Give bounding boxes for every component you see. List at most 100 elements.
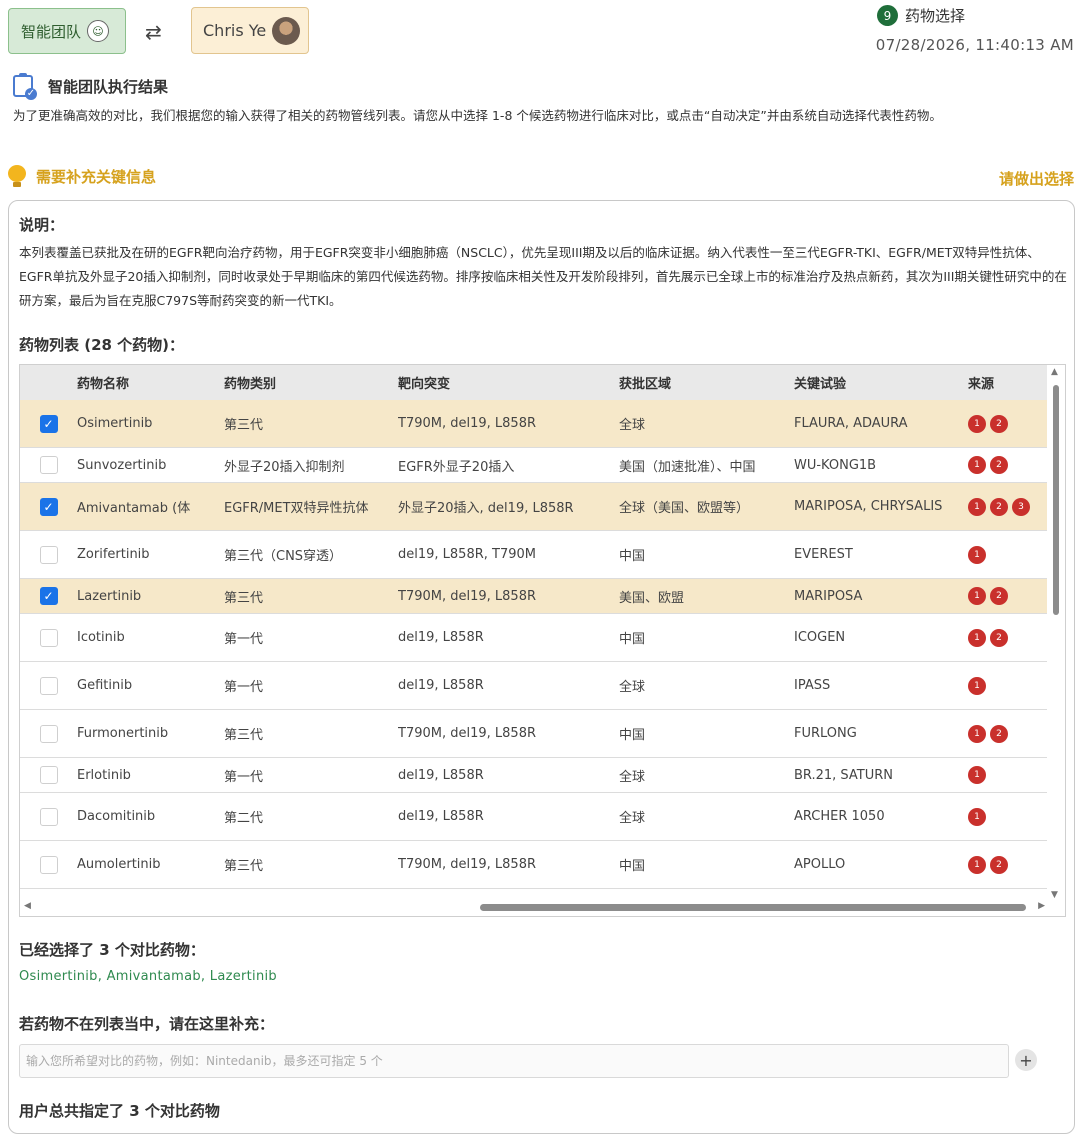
row-checkbox[interactable] <box>39 807 58 826</box>
scroll-right-icon[interactable]: ▶ <box>1038 901 1045 911</box>
drug-table[interactable]: 药物名称 药物类别 靶向突变 获批区域 关键试验 来源 ✓ Osimertinib… <box>19 364 1066 917</box>
source-badge[interactable]: 1 <box>968 545 986 564</box>
drug-category: 第一代 <box>224 632 264 647</box>
source-badge[interactable]: 1 <box>968 456 986 474</box>
drug-category: EGFR/MET双特异性抗体 <box>224 501 369 516</box>
drug-category: 第二代 <box>224 811 264 826</box>
drug-trial: WU-KONG1B <box>794 457 877 473</box>
table-row[interactable]: Zorifertinib 第三代（CNS穿透） del19, L858R, T790… <box>20 531 1048 579</box>
table-row[interactable]: Gefitinib 第一代 del19, L858R 全球 IPASS 1 <box>20 662 1048 710</box>
row-checkbox[interactable] <box>39 724 58 743</box>
chosen-list: Osimertinib, Amivantamab, Lazertinib <box>19 969 277 984</box>
source-badge[interactable]: 2 <box>990 456 1008 474</box>
table-row[interactable]: Sunvozertinib 外显子20插入抑制剂 EGFR外显子20插入 美国（加速批… <box>20 448 1048 483</box>
drug-trial: BR.21, SATURN <box>794 767 894 783</box>
col-trial: 关键试验 <box>794 377 847 392</box>
row-checkbox[interactable]: ✓ <box>39 414 58 433</box>
col-name: 药物名称 <box>77 377 130 392</box>
source-badge[interactable]: 1 <box>968 414 986 433</box>
please-choose: 请做出选择 <box>998 170 1074 188</box>
drug-name: Erlotinib <box>77 767 131 783</box>
horizontal-scroll-thumb[interactable] <box>480 904 1026 911</box>
scroll-up-icon[interactable]: ▲ <box>1051 367 1058 377</box>
source-badge[interactable]: 1 <box>968 587 986 605</box>
drug-target: 外显子20插入, del19, L858R <box>398 501 574 516</box>
drug-target: T790M, del19, L858R <box>398 857 536 872</box>
source-badge[interactable]: 1 <box>968 628 986 647</box>
row-checkbox[interactable] <box>39 676 58 695</box>
drug-region: 全球 <box>619 769 646 785</box>
source-badge[interactable]: 2 <box>990 414 1008 433</box>
clipboard-check-icon <box>13 73 37 100</box>
row-checkbox[interactable]: ✓ <box>39 587 58 605</box>
source-badge[interactable]: 2 <box>990 724 1008 743</box>
swap-arrows-icon[interactable]: ⇄ <box>145 20 162 44</box>
intro-text: 为了更准确高效的对比，我们根据您的输入获得了相关的药物管线列表。请您从中选择 1… <box>13 108 942 123</box>
drug-name: Lazertinib <box>77 588 142 604</box>
table-row[interactable]: Icotinib 第一代 del19, L858R 中国 ICOGEN 1 2 <box>20 614 1048 662</box>
drug-name: Furmonertinib <box>77 726 169 741</box>
drug-target: T790M, del19, L858R <box>398 416 536 431</box>
table-row[interactable]: Furmonertinib 第三代 T790M, del19, L858R 中国 FUR… <box>20 710 1048 758</box>
drug-region: 中国 <box>619 549 646 564</box>
source-badge[interactable]: 2 <box>990 497 1008 516</box>
add-drug-input[interactable] <box>19 1044 1009 1078</box>
source-badge[interactable]: 1 <box>968 676 986 695</box>
row-checkbox[interactable] <box>39 855 58 874</box>
drug-category: 第三代 <box>224 728 264 743</box>
drug-trial: FLAURA, ADAURA <box>794 416 908 431</box>
col-category: 药物类别 <box>224 377 277 392</box>
scroll-left-icon[interactable]: ◀ <box>24 901 31 911</box>
drug-trial: APOLLO <box>794 857 846 872</box>
drug-region: 全球 <box>619 811 646 826</box>
col-source: 来源 <box>968 377 995 392</box>
result-title: 智能团队执行结果 <box>13 73 169 100</box>
table-row[interactable]: Erlotinib 第一代 del19, L858R 全球 BR.21, SATURN 1 <box>20 758 1048 793</box>
source-badge[interactable]: 1 <box>968 766 986 784</box>
row-checkbox[interactable]: ✓ <box>39 497 58 516</box>
source-badge[interactable]: 2 <box>990 628 1008 647</box>
row-checkbox[interactable] <box>39 545 58 564</box>
source-badge[interactable]: 1 <box>968 855 986 874</box>
drug-trial: MARIPOSA <box>794 588 863 604</box>
drug-category: 第三代 <box>224 859 264 874</box>
col-region: 获批区域 <box>619 377 672 392</box>
table-row[interactable]: Aumolertinib 第三代 T790M, del19, L858R 中国 APOL… <box>20 841 1048 889</box>
table-header: 药物名称 药物类别 靶向突变 获批区域 关键试验 来源 <box>20 365 1048 400</box>
drug-name: Osimertinib <box>77 416 153 431</box>
table-row[interactable]: ✓ Osimertinib 第三代 T790M, del19, L858R 全球 FLAU… <box>20 400 1048 448</box>
table-row[interactable]: Dacomitinib 第二代 del19, L858R 全球 ARCHER 1050 1 <box>20 793 1048 841</box>
vertical-scroll-thumb[interactable] <box>1053 385 1059 615</box>
row-checkbox[interactable] <box>39 456 58 474</box>
source-badge[interactable]: 2 <box>990 587 1008 605</box>
notice: 需要补充关键信息 <box>8 165 156 187</box>
notice-text: 需要补充关键信息 <box>36 167 157 186</box>
user-button[interactable]: Chris Ye <box>191 7 309 54</box>
result-title-text: 智能团队执行结果 <box>48 77 169 96</box>
drug-name: Amivantamab (体 <box>77 501 191 516</box>
horizontal-scrollbar[interactable]: ◀ ▶ <box>20 898 1065 916</box>
row-checkbox[interactable] <box>39 628 58 647</box>
vertical-scrollbar[interactable]: ▲ ▼ <box>1047 365 1065 900</box>
team-button[interactable]: 智能团队 ☺ <box>8 8 126 54</box>
lightbulb-icon <box>8 165 26 187</box>
team-avatar-icon: ☺ <box>87 20 110 42</box>
plus-icon[interactable]: + <box>1015 1049 1037 1071</box>
table-row[interactable]: ✓ Lazertinib 第三代 T790M, del19, L858R 美国、欧盟 MA… <box>20 579 1048 614</box>
drug-sources: 1 <box>968 766 1048 784</box>
table-row[interactable]: ✓ Amivantamab (体 EGFR/MET双特异性抗体 外显子20插入, de… <box>20 483 1048 531</box>
drug-region: 全球 <box>619 418 646 433</box>
drug-sources: 1 <box>968 545 1048 564</box>
drug-sources: 12 <box>968 628 1048 647</box>
drug-trial: IPASS <box>794 678 831 693</box>
source-badge[interactable]: 1 <box>968 807 986 826</box>
source-badge[interactable]: 1 <box>968 497 986 516</box>
source-badge[interactable]: 2 <box>990 855 1008 874</box>
user-name: Chris Ye <box>203 21 267 40</box>
source-badge[interactable]: 3 <box>1012 497 1030 516</box>
source-badge[interactable]: 1 <box>968 724 986 743</box>
drug-sources: 12 <box>968 855 1048 874</box>
drug-region: 中国 <box>619 632 646 647</box>
row-checkbox[interactable] <box>39 766 58 784</box>
selection-panel: 说明： 本列表覆盖已获批及在研的EGFR靶向治疗药物，用于EGFR突变非小细胞肺… <box>8 200 1075 1134</box>
